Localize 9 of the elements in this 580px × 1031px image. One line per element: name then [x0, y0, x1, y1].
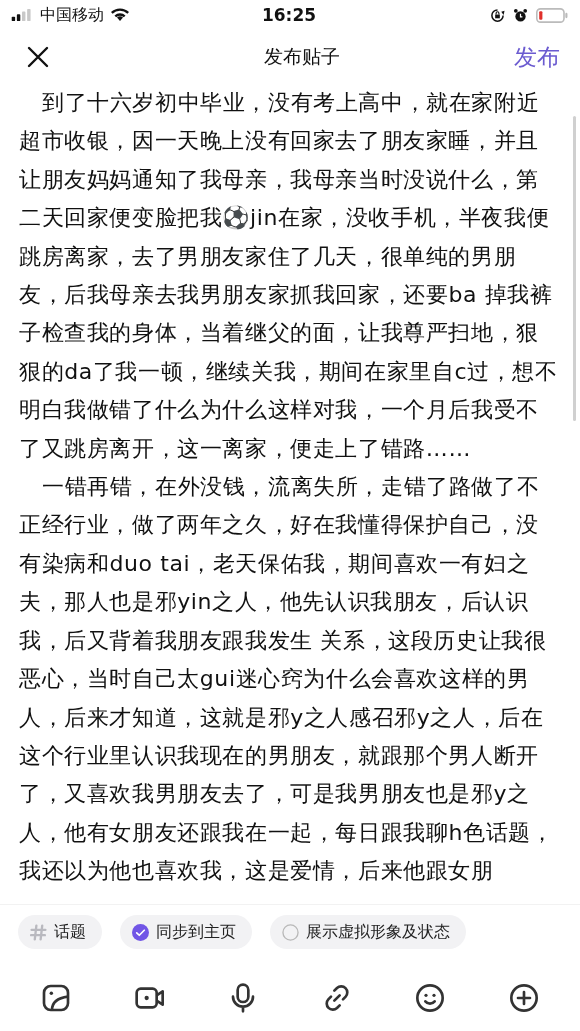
page-title: 发布贴子	[264, 44, 340, 69]
option-chip[interactable]: 展示虚拟形象及状态	[270, 915, 466, 949]
option-chip[interactable]: 同步到主页	[120, 915, 252, 949]
clock-time: 16:25	[261, 5, 317, 25]
topic-chip[interactable]: 话题	[18, 915, 102, 949]
post-paragraph: 一错再错，在外没钱，流离失所，走错了路做了不正经行业，做了两年之久，好在我懂得保护自己，没有染病和duo tai，老天保佑我，期间喜欢一有妇之夫，那人也是邪yin之人，他先认识我朋友，后认识我，后又背着我朋友跟我发生 关系，这段历史让我很恶心，当时自己太gui迷心窍为什么会喜欢这样的男人，后来才知道，这就是邪y之人感召邪y之人，后在这个行业里认识我现在的男朋友，就跟那个男人断开了，又喜欢我男朋友去了，可是我男朋友也是邪y之人，他有女朋友还跟我在一起，每日跟我聊h色话题，我还以为他也喜欢我，这是爱情，后来他跟女朋	[19, 473, 555, 886]
carrier-name: 中国移动	[40, 4, 104, 26]
publish-button[interactable]: 发布	[514, 41, 560, 73]
post-paragraph: 到了十六岁初中毕业，没有考上高中，就在家附近超市收银，因一天晚上没有回家去了朋友家睡，并且让朋友妈妈通知了我母亲，我母亲当时没说什么，第二天回家便变脸把我⚽jin在家，没收手机，半夜我便跳房离家，去了男朋友家住了几天，很单纯的男朋友，后我母亲去我男朋友家抓我回家，还要ba 掉我裤子检查我的身体，当着继父的面，让我尊严扫地，狠狠的da了我一顿，继续关我，期间在家里自c过，想不明白我做错了什么为什么这样对我，一个月后我受不了又跳房离开，这一离家，便走上了错路……	[19, 89, 559, 463]
